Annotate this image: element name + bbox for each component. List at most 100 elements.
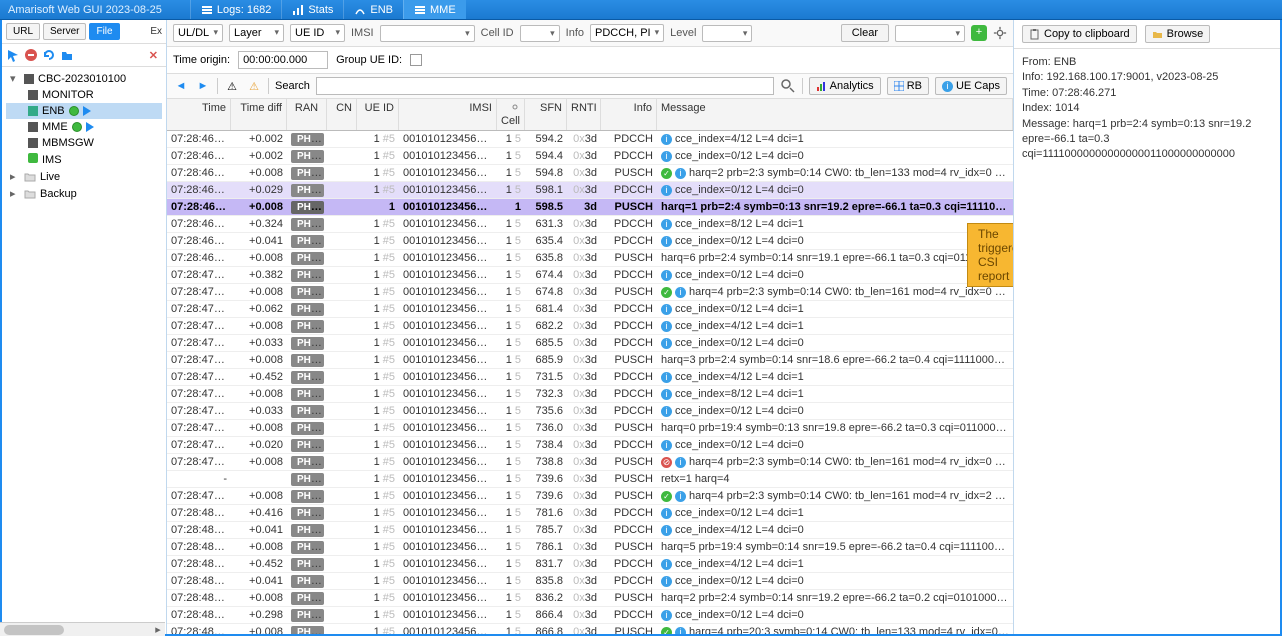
file-button[interactable]: File: [89, 23, 119, 40]
top-tab-stats[interactable]: Stats: [281, 0, 343, 19]
log-row[interactable]: 07:28:47.145+0.008PHY1 #5001010123456789…: [167, 352, 1013, 369]
log-row[interactable]: 07:28:47.104+0.008PHY1 #5001010123456789…: [167, 318, 1013, 335]
top-tab-enb[interactable]: ENB: [343, 0, 403, 19]
rb-button[interactable]: RB: [887, 77, 929, 95]
select-icon[interactable]: [6, 48, 20, 62]
col-timediff[interactable]: Time diff: [231, 99, 287, 130]
nav-forward-icon[interactable]: ►: [195, 78, 211, 94]
search-icon[interactable]: [780, 78, 796, 94]
tree-item-enb[interactable]: ENB: [6, 103, 162, 119]
uecaps-button[interactable]: iUE Caps: [935, 77, 1007, 95]
add-icon[interactable]: +: [971, 25, 987, 41]
log-row[interactable]: 07:28:48.648+0.008PHY1 #5001010123456789…: [167, 590, 1013, 607]
center-panel: UL/DL Layer UE ID IMSI Cell ID Info PDCC…: [167, 20, 1014, 634]
log-row[interactable]: -PHY1 #50010101234567891 5739.60x3dPUSCH…: [167, 471, 1013, 488]
col-cell[interactable]: Cell: [497, 99, 525, 130]
log-row[interactable]: 07:28:48.640+0.041PHY1 #5001010123456789…: [167, 573, 1013, 590]
log-row[interactable]: 07:28:47.597+0.452PHY1 #5001010123456789…: [167, 369, 1013, 386]
analytics-button[interactable]: Analytics: [809, 77, 881, 95]
group-ueid-checkbox[interactable]: [410, 54, 422, 66]
copy-button[interactable]: Copy to clipboard: [1022, 25, 1137, 43]
col-ueid[interactable]: UE ID: [357, 99, 399, 130]
caution-icon[interactable]: ⚠: [246, 78, 262, 94]
gear-icon[interactable]: [993, 26, 1007, 40]
top-tab-mme[interactable]: MME: [403, 0, 466, 19]
col-info[interactable]: Info: [601, 99, 657, 130]
tree-item-monitor[interactable]: MONITOR: [6, 87, 162, 103]
log-row[interactable]: 07:28:46.644+0.008PHY1 #5001010123456789…: [167, 250, 1013, 267]
tree-item-mbmsgw[interactable]: MBMSGW: [6, 135, 162, 151]
cellid-select[interactable]: [520, 25, 560, 42]
time-origin-input[interactable]: [238, 51, 328, 69]
annotation-label: The triggered CSI report: [967, 223, 1014, 287]
scroll-thumb[interactable]: [4, 625, 64, 635]
info-icon: i: [661, 338, 672, 349]
clear-button[interactable]: Clear: [841, 24, 889, 42]
log-row[interactable]: 07:28:48.954+0.008PHY1 #5001010123456789…: [167, 624, 1013, 634]
log-row[interactable]: 07:28:47.605+0.008PHY1 #5001010123456789…: [167, 386, 1013, 403]
url-button[interactable]: URL: [6, 23, 40, 40]
ueid-select[interactable]: UE ID: [290, 24, 345, 42]
uldl-select[interactable]: UL/DL: [173, 24, 223, 42]
log-row[interactable]: 07:28:47.137+0.033PHY1 #5001010123456789…: [167, 335, 1013, 352]
tree-item-ims[interactable]: IMS: [6, 151, 162, 168]
col-message[interactable]: Message: [657, 99, 1013, 130]
browse-button[interactable]: Browse: [1145, 25, 1211, 43]
square-icon: [24, 74, 34, 84]
log-row[interactable]: 07:28:47.646+0.008PHY1 #5001010123456789…: [167, 420, 1013, 437]
log-row[interactable]: 07:28:47.638+0.033PHY1 #5001010123456789…: [167, 403, 1013, 420]
col-time[interactable]: Time: [167, 99, 231, 130]
refresh-icon[interactable]: [42, 48, 56, 62]
info-select[interactable]: PDCCH, PI: [590, 24, 664, 42]
log-row[interactable]: 07:28:47.026+0.382PHY1 #5001010123456789…: [167, 267, 1013, 284]
folder-open-icon: [1152, 29, 1163, 40]
col-rnti[interactable]: RNTI: [567, 99, 601, 130]
nav-back-icon[interactable]: ◄: [173, 78, 189, 94]
tree-root[interactable]: ▾ CBC-2023010100: [6, 70, 162, 87]
log-row[interactable]: 07:28:47.674+0.008PHY1 #5001010123456789…: [167, 454, 1013, 471]
tree-folder-live[interactable]: ▸Live: [6, 168, 162, 185]
log-row[interactable]: 07:28:46.226+0.002PHY1 #5001010123456789…: [167, 148, 1013, 165]
phy-tag: PHY: [291, 184, 324, 197]
tree-item-mme[interactable]: MME: [6, 119, 162, 135]
stop-icon[interactable]: [24, 48, 38, 62]
log-row[interactable]: 07:28:46.595+0.324PHY1 #5001010123456789…: [167, 216, 1013, 233]
scroll-right-icon[interactable]: ▸: [151, 623, 165, 636]
tab-label: ENB: [370, 4, 393, 16]
extra-select[interactable]: [895, 25, 965, 42]
log-row[interactable]: 07:28:46.636+0.041PHY1 #5001010123456789…: [167, 233, 1013, 250]
folder-icon[interactable]: [60, 48, 74, 62]
export-label[interactable]: Ex: [150, 26, 162, 37]
log-row[interactable]: 07:28:48.147+0.008PHY1 #5001010123456789…: [167, 539, 1013, 556]
col-sfn[interactable]: SFN: [525, 99, 567, 130]
log-row[interactable]: 07:28:47.034+0.008PHY1 #5001010123456789…: [167, 284, 1013, 301]
top-tab-logs[interactable]: Logs: 1682: [190, 0, 281, 19]
log-row[interactable]: 07:28:48.599+0.452PHY1 #5001010123456789…: [167, 556, 1013, 573]
tree-folder-backup[interactable]: ▸Backup: [6, 185, 162, 202]
log-row[interactable]: 07:28:48.946+0.298PHY1 #5001010123456789…: [167, 607, 1013, 624]
col-imsi[interactable]: IMSI: [399, 99, 497, 130]
log-row[interactable]: 07:28:46.271+0.008PHY1 0010101234567891 …: [167, 199, 1013, 216]
close-icon[interactable]: ✕: [145, 49, 162, 62]
log-row[interactable]: 07:28:47.666+0.020PHY1 #5001010123456789…: [167, 437, 1013, 454]
hscrollbar[interactable]: ▸: [0, 622, 165, 636]
level-select[interactable]: [702, 25, 752, 42]
col-ran[interactable]: RAN: [287, 99, 327, 130]
filter-bar: UL/DL Layer UE ID IMSI Cell ID Info PDCC…: [167, 20, 1013, 47]
log-row[interactable]: 07:28:47.096+0.062PHY1 #5001010123456789…: [167, 301, 1013, 318]
col-cn[interactable]: CN: [327, 99, 357, 130]
server-button[interactable]: Server: [43, 23, 86, 40]
log-row[interactable]: 07:28:48.139+0.041PHY1 #5001010123456789…: [167, 522, 1013, 539]
phy-tag: PHY: [291, 609, 324, 622]
imsi-select[interactable]: [380, 25, 475, 42]
left-panel: URLServerFile Ex ✕ ▾ CBC-2023010100 MONI…: [2, 20, 167, 634]
log-row[interactable]: 07:28:46.263+0.029PHY1 #5001010123456789…: [167, 182, 1013, 199]
log-row[interactable]: 07:28:47.682+0.008PHY1 #5001010123456789…: [167, 488, 1013, 505]
log-grid[interactable]: 07:28:46.224+0.002PHY1 #5001010123456789…: [167, 131, 1013, 634]
search-input[interactable]: [316, 77, 774, 95]
layer-select[interactable]: Layer: [229, 24, 284, 42]
log-row[interactable]: 07:28:48.098+0.416PHY1 #5001010123456789…: [167, 505, 1013, 522]
log-row[interactable]: 07:28:46.224+0.002PHY1 #5001010123456789…: [167, 131, 1013, 148]
warning-icon[interactable]: ⚠: [224, 78, 240, 94]
log-row[interactable]: 07:28:46.234+0.008PHY1 #5001010123456789…: [167, 165, 1013, 182]
